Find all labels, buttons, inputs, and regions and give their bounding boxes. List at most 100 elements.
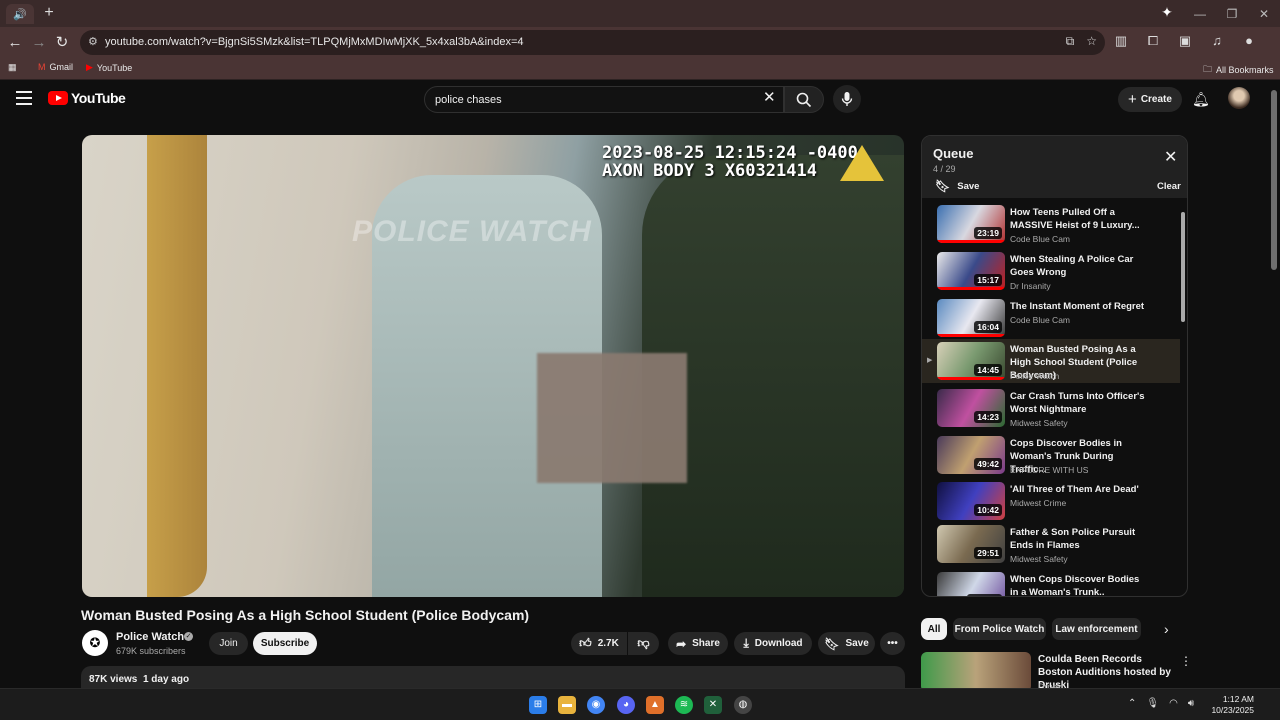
queue-item[interactable]: 14:23 Car Crash Turns Into Officer's Wors… — [922, 386, 1180, 430]
queue-clear-button[interactable]: Clear — [1157, 181, 1181, 192]
queue-item[interactable]: 16:04 The Instant Moment of Regret Code Bl… — [922, 296, 1180, 340]
restore-icon[interactable]: ❐ — [1216, 7, 1248, 21]
recommended-thumbnail[interactable] — [921, 652, 1031, 692]
new-tab-button[interactable]: + — [40, 4, 58, 22]
menu-dots-icon[interactable]: ⋮ — [1272, 33, 1280, 49]
queue-item-thumbnail[interactable]: 14:45 — [937, 342, 1005, 380]
minimize-icon[interactable]: — — [1184, 7, 1216, 21]
queue-item-thumbnail[interactable]: 16:04 — [937, 299, 1005, 337]
site-info-icon[interactable]: ⚙ — [88, 35, 98, 48]
menu-icon[interactable] — [16, 91, 32, 105]
vlc-icon[interactable]: ▲ — [646, 696, 664, 714]
microphone-icon[interactable]: 🎙︎ — [1146, 698, 1159, 709]
all-bookmarks[interactable]: 🗀 All Bookmarks — [1203, 62, 1274, 78]
bookmark-star-icon[interactable]: ☆ — [1086, 34, 1097, 49]
back-arrow-icon[interactable]: ← — [5, 33, 25, 53]
clock[interactable]: 1:12 AM 10/23/2025 — [1208, 694, 1254, 716]
queue-item-title[interactable]: When Stealing A Police Car Goes Wrong — [1010, 253, 1150, 279]
more-vert-icon[interactable]: ⋮ — [1180, 654, 1192, 668]
save-to-playlist-button[interactable]: 🔖︎ Save — [818, 632, 875, 655]
split-view-icon[interactable]: ▣ — [1176, 33, 1194, 49]
queue-item-thumbnail[interactable]: 29:51 — [937, 525, 1005, 563]
queue-item-thumbnail[interactable]: 49:42 — [937, 436, 1005, 474]
dislike-button[interactable]: 👎︎ — [628, 632, 659, 655]
queue-item-thumbnail[interactable]: 10:42 — [937, 482, 1005, 520]
share-button[interactable]: ➦ Share — [668, 632, 728, 655]
thumbs-up-icon: 👍︎ — [579, 636, 592, 650]
close-window-icon[interactable]: ✕ — [1248, 7, 1280, 21]
watched-progress-bar — [937, 287, 1005, 290]
forward-arrow-icon[interactable]: → — [29, 33, 49, 53]
download-button[interactable]: ⤓ Download — [734, 632, 812, 655]
chip-from-police-watch[interactable]: From Police Watch — [953, 618, 1046, 640]
extension-icon[interactable]: ▥ — [1112, 33, 1130, 49]
queue-item-title[interactable]: The Instant Moment of Regret — [1010, 300, 1150, 313]
queue-item-title[interactable]: Car Crash Turns Into Officer's Worst Nig… — [1010, 390, 1150, 416]
gemini-icon[interactable]: ✦ — [1158, 4, 1176, 22]
clear-search-icon[interactable]: ✕ — [763, 90, 776, 106]
queue-item[interactable]: 29:51 Father & Son Police Pursuit Ends in… — [922, 522, 1180, 566]
bookmark-gmail[interactable]: M Gmail — [38, 62, 73, 72]
queue-item[interactable]: 1:00:29 When Cops Discover Bodies in a Wo… — [922, 569, 1180, 596]
search-query-text[interactable]: police chases — [435, 94, 502, 106]
chip-law-enforcement[interactable]: Law enforcement — [1052, 618, 1141, 640]
puzzle-icon[interactable]: ⧠ — [1144, 33, 1162, 49]
chip-all[interactable]: All — [921, 618, 947, 640]
queue-item-thumbnail[interactable]: 23:19 — [937, 205, 1005, 243]
video-player[interactable]: POLICE WATCH 2023-08-25 12:15:24 -0400 A… — [82, 135, 904, 597]
chevron-right-icon[interactable]: › — [1164, 621, 1169, 637]
queue-save-button[interactable]: 🔖︎ Save — [935, 179, 979, 193]
join-button[interactable]: Join — [209, 632, 248, 655]
queue-item-title[interactable]: Father & Son Police Pursuit Ends in Flam… — [1010, 526, 1150, 552]
search-button[interactable] — [784, 86, 824, 113]
apps-grid-icon[interactable]: ▦ — [8, 62, 17, 73]
file-explorer-icon[interactable]: ▬ — [558, 696, 576, 714]
wifi-icon[interactable]: ◠ — [1169, 698, 1178, 709]
reload-icon[interactable]: ↻ — [52, 33, 72, 53]
profile-icon[interactable]: ● — [1240, 33, 1258, 49]
queue-item[interactable]: 23:19 How Teens Pulled Off a MASSIVE Heis… — [922, 202, 1180, 246]
notifications-bell-icon[interactable]: 🔔︎ — [1192, 91, 1210, 108]
queue-item[interactable]: ▶ 14:45 Woman Busted Posing As a High Scho… — [922, 339, 1180, 383]
more-actions-button[interactable]: ••• — [880, 632, 905, 655]
search-input[interactable]: police chases — [424, 86, 784, 113]
queue-scrollbar[interactable] — [1181, 212, 1185, 322]
media-icon[interactable]: ♫ — [1208, 33, 1226, 49]
queue-item[interactable]: 15:17 When Stealing A Police Car Goes Wro… — [922, 249, 1180, 293]
voice-search-button[interactable] — [833, 85, 861, 113]
queue-item[interactable]: 49:42 Cops Discover Bodies in Woman's Tru… — [922, 433, 1180, 477]
excel-icon[interactable]: ✕ — [704, 696, 722, 714]
browser-tab[interactable]: 🔊 — [6, 4, 34, 24]
queue-item-duration: 29:51 — [974, 547, 1002, 559]
bookmark-youtube[interactable]: ▶ YouTube — [86, 62, 132, 73]
volume-icon[interactable]: 🔊︎ — [1188, 698, 1194, 709]
page-scrollbar[interactable] — [1271, 90, 1277, 270]
create-button[interactable]: + Create — [1118, 87, 1182, 112]
install-app-icon[interactable]: ⧉ — [1066, 34, 1075, 49]
close-queue-icon[interactable]: ✕ — [1164, 150, 1177, 166]
queue-header: Queue 4 / 29 ✕ 🔖︎ Save Clear — [922, 136, 1187, 198]
queue-item-title[interactable]: How Teens Pulled Off a MASSIVE Heist of … — [1010, 206, 1150, 232]
address-bar[interactable]: ⚙ youtube.com/watch?v=BjgnSi5SMzk&list=T… — [80, 30, 1105, 55]
subscribe-button[interactable]: Subscribe — [253, 632, 317, 655]
youtube-logo[interactable]: YouTube — [48, 90, 126, 106]
queue-item[interactable]: 10:42 'All Three of Them Are Dead' Midwest… — [922, 479, 1180, 523]
queue-item-title[interactable]: When Cops Discover Bodies in a Woman's T… — [1010, 573, 1150, 596]
url-text[interactable]: youtube.com/watch?v=BjgnSi5SMzk&list=TLP… — [105, 36, 523, 48]
chrome-icon[interactable]: ◉ — [587, 696, 605, 714]
channel-avatar[interactable]: ✪ — [82, 630, 108, 656]
bookmarks-bar: ▦ M Gmail ▶ YouTube 🗀 All Bookmarks — [0, 58, 1280, 80]
windows-start-icon[interactable]: ⊞ — [529, 696, 547, 714]
queue-item-title[interactable]: 'All Three of Them Are Dead' — [1010, 483, 1150, 496]
queue-item-thumbnail[interactable]: 1:00:29 — [937, 572, 1005, 596]
app-icon[interactable]: ◍ — [734, 696, 752, 714]
chevron-up-icon[interactable]: ⌃ — [1128, 698, 1136, 709]
queue-item-thumbnail[interactable]: 15:17 — [937, 252, 1005, 290]
queue-item-thumbnail[interactable]: 14:23 — [937, 389, 1005, 427]
view-count-and-date: 87K views 1 day ago — [89, 674, 190, 685]
channel-name[interactable]: Police Watch — [116, 631, 184, 643]
account-avatar[interactable] — [1228, 87, 1250, 109]
like-button[interactable]: 👍︎ 2.7K — [571, 632, 627, 655]
discord-icon[interactable]: ◕ — [617, 696, 635, 714]
spotify-icon[interactable]: ≋ — [675, 696, 693, 714]
